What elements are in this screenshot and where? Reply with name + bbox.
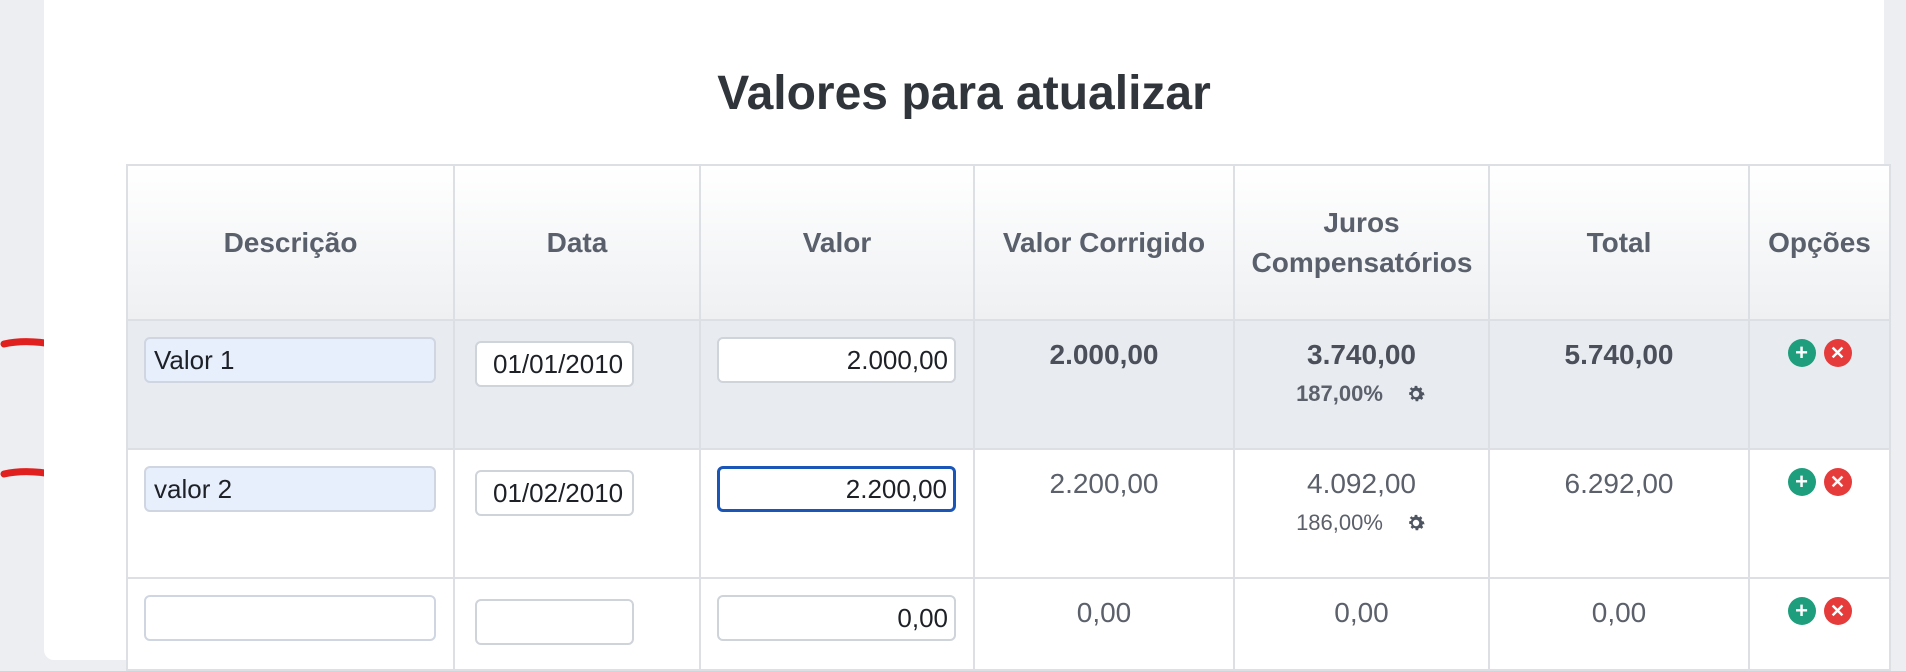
- valor-corrigido: 0,00: [1076, 597, 1132, 628]
- valor-corrigido: 2.200,00: [1049, 468, 1159, 499]
- table-row: 0,00 0,00 0,00 + ✕: [126, 577, 1891, 671]
- juros-value: 0,00: [1334, 597, 1389, 628]
- total-value: 6.292,00: [1564, 468, 1674, 499]
- add-row-icon[interactable]: +: [1787, 468, 1816, 496]
- column-header-juros: Juros Compensatórios: [1233, 164, 1490, 321]
- remove-row-icon[interactable]: ✕: [1823, 597, 1852, 625]
- valor-input[interactable]: [717, 466, 956, 512]
- column-header-descricao: Descrição: [126, 164, 455, 321]
- juros-percent: 187,00%: [1296, 381, 1383, 406]
- page-title: Valores para atualizar: [717, 67, 1211, 120]
- total-value: 5.740,00: [1564, 339, 1674, 370]
- remove-row-icon[interactable]: ✕: [1823, 339, 1852, 367]
- gear-icon[interactable]: [1405, 512, 1427, 534]
- content-card: Valores para atualizar Descrição Data Va…: [44, 0, 1891, 671]
- column-header-valor: Valor: [699, 164, 975, 321]
- add-row-icon[interactable]: +: [1787, 339, 1816, 367]
- data-input[interactable]: [475, 341, 634, 387]
- juros-percent: 186,00%: [1296, 510, 1383, 535]
- column-header-data: Data: [453, 164, 701, 321]
- data-input[interactable]: [475, 470, 634, 516]
- valor-input[interactable]: [717, 595, 956, 641]
- add-row-icon[interactable]: +: [1787, 597, 1816, 625]
- remove-row-icon[interactable]: ✕: [1823, 468, 1852, 496]
- values-table: Descrição Data Valor Valor Corrigido Jur…: [126, 164, 1891, 671]
- descricao-input[interactable]: [144, 466, 436, 512]
- data-input[interactable]: [475, 599, 634, 645]
- descricao-input[interactable]: [144, 595, 436, 641]
- table-header-row: Descrição Data Valor Valor Corrigido Jur…: [126, 164, 1891, 321]
- juros-value: 4.092,00: [1307, 468, 1416, 499]
- gear-icon[interactable]: [1405, 383, 1427, 405]
- total-value: 0,00: [1591, 597, 1647, 628]
- descricao-input[interactable]: [144, 337, 436, 383]
- table-row: 2.200,00 4.092,00 186,00% 6.292,00 + ✕: [126, 448, 1891, 579]
- valor-input[interactable]: [717, 337, 956, 383]
- column-header-opcoes: Opções: [1748, 164, 1891, 321]
- column-header-valor-corrigido: Valor Corrigido: [973, 164, 1235, 321]
- table-row: 2.000,00 3.740,00 187,00% 5.740,00 + ✕: [126, 319, 1891, 450]
- juros-value: 3.740,00: [1307, 339, 1416, 370]
- column-header-total: Total: [1488, 164, 1750, 321]
- valor-corrigido: 2.000,00: [1049, 339, 1159, 370]
